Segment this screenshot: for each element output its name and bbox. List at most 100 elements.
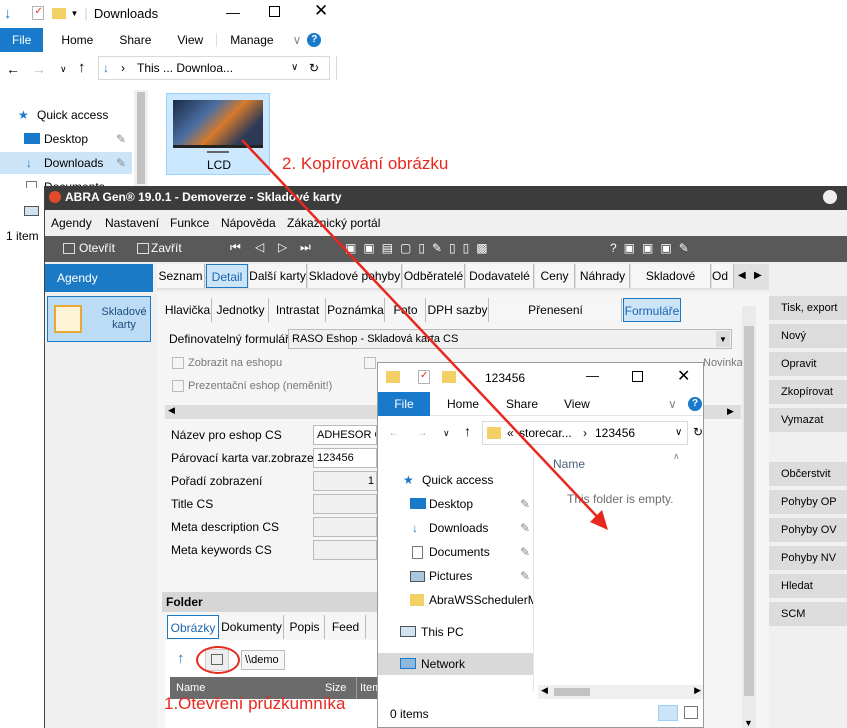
subtab-preneseni[interactable]: Přenesení daň.povinnosti (490, 298, 622, 341)
ex2-column-name[interactable]: Name ∧ (553, 451, 693, 477)
tab-skladove-pohyby[interactable]: Skladové pohyby (308, 264, 402, 288)
nav-downloads[interactable]: ↓ Downloads ✎ (0, 152, 132, 174)
nav-quick-access[interactable]: ★ Quick access (0, 104, 132, 126)
input-meta-description[interactable] (313, 517, 377, 537)
prev-record-icon[interactable]: ◁ (255, 240, 264, 254)
tab-ceny[interactable]: Ceny (535, 264, 575, 288)
refresh-icon[interactable]: ↻ (309, 57, 319, 79)
btn-hledat[interactable]: Hledat (769, 574, 847, 598)
tab-od[interactable]: Od (712, 264, 734, 288)
first-record-icon[interactable]: ⏮ (230, 240, 241, 255)
upload-icon[interactable]: ↑ (177, 650, 185, 667)
help-icon[interactable]: ? (307, 33, 322, 47)
ex2-minimize-button[interactable]: — (586, 368, 599, 383)
menu-zakaznicky-portal[interactable]: Zákaznický portál (287, 216, 380, 230)
nav-desktop[interactable]: Desktop ✎ (0, 128, 132, 150)
ribbon-tab-manage[interactable]: Manage (216, 33, 286, 47)
tab-nahrady[interactable]: Náhrady (576, 264, 630, 288)
file-item-lcd[interactable]: LCD (166, 93, 270, 175)
btn-pohyby-ov[interactable]: Pohyby OV (769, 518, 847, 542)
ex2-refresh-icon[interactable]: ↻ (693, 425, 703, 439)
tab-odberatele[interactable]: Odběratelé (403, 264, 465, 288)
tab-dodavatele[interactable]: Dodavatelé (466, 264, 534, 288)
maximize-button[interactable] (269, 6, 280, 17)
ex2-address-current[interactable]: 123456 (595, 422, 635, 444)
new-folder-icon[interactable] (442, 371, 456, 383)
ex2-nav-downloads[interactable]: ↓ Downloads ✎ (378, 517, 533, 539)
btn-vymazat[interactable]: Vymazat (769, 408, 847, 432)
tabs-scroll-right-icon[interactable]: ▶ (754, 270, 762, 281)
ex2-help-icon[interactable]: ? (688, 397, 702, 411)
ribbon-tab-home[interactable]: Home (43, 33, 106, 47)
ex2-tab-share[interactable]: Share (506, 397, 538, 411)
btn-zkopirovat[interactable]: Zkopírovat (769, 380, 847, 404)
ex2-nav-abrawsscheduler[interactable]: AbraWSSchedulerM (378, 589, 533, 611)
ex2-close-button[interactable]: ✕ (677, 366, 690, 386)
input-poradi[interactable]: 1 (313, 471, 377, 491)
large-icons-view-icon[interactable] (684, 706, 698, 719)
folder-path[interactable]: \\demo (241, 650, 285, 670)
btn-pohyby-nv[interactable]: Pohyby NV (769, 546, 847, 570)
menu-napoveda[interactable]: Nápověda (221, 216, 276, 230)
ex2-nav-quick-access[interactable]: ★ Quick access (378, 469, 533, 491)
subtab-jednotky[interactable]: Jednotky (213, 298, 269, 322)
checkbox-zobr[interactable] (364, 357, 376, 370)
recent-dropdown-icon[interactable]: ∨ (60, 64, 67, 75)
agendy-header[interactable]: Agendy (45, 264, 153, 292)
ex2-tab-home[interactable]: Home (447, 397, 479, 411)
toolbar-group-icons[interactable]: ▣▣▤▢▯✎▯▯▩ (345, 241, 495, 255)
quick-access-dropdown-icon[interactable]: ▼ (71, 9, 79, 18)
ex2-tab-view[interactable]: View (564, 397, 590, 411)
tab-seznam[interactable]: Seznam (157, 264, 205, 288)
ribbon-tab-view[interactable]: View (164, 33, 216, 47)
menu-agendy[interactable]: Agendy (51, 216, 92, 230)
ribbon-tab-share[interactable]: Share (106, 33, 164, 47)
abra-minimize-button[interactable] (823, 190, 837, 204)
up-icon[interactable]: ↑ (78, 59, 86, 76)
folder-icon[interactable] (51, 7, 66, 19)
btn-opravit[interactable]: Opravit (769, 352, 847, 376)
checkbox-prezentacni[interactable]: Prezentační eshop (neměnit!) (172, 380, 332, 396)
ribbon-tab-file[interactable]: File (0, 28, 44, 52)
address-bar[interactable]: ↓ › This ... Downloa... ∨ ↻ (98, 56, 330, 80)
subtab-poznamka[interactable]: Poznámka (327, 298, 385, 322)
input-nazev[interactable]: ADHESOR CA (313, 425, 377, 445)
menu-funkce[interactable]: Funkce (170, 216, 209, 230)
scroll-right-icon[interactable]: ▶ (727, 406, 734, 417)
folder-tab-feed[interactable]: Feed (326, 615, 366, 639)
form-select[interactable]: RASO Eshop - Skladová karta CS ▼ (288, 329, 732, 349)
close-record-button[interactable]: Zavřít (151, 241, 182, 255)
folder-tab-popis[interactable]: Popis (285, 615, 325, 639)
minimize-button[interactable]: — (226, 4, 240, 20)
folder-tab-dokumenty[interactable]: Dokumenty (220, 615, 284, 639)
ex2-nav-documents[interactable]: Documents ✎ (378, 541, 533, 563)
form-select-dropdown-icon[interactable]: ▼ (716, 331, 730, 347)
ex2-up-icon[interactable]: ↑ (464, 423, 471, 439)
nav-scrollbar[interactable] (134, 90, 148, 190)
ex2-nav-network[interactable]: Network (378, 653, 533, 675)
ex2-horizontal-scrollbar[interactable]: ◀ ▶ (538, 685, 703, 699)
subtab-intrastat[interactable]: Intrastat (270, 298, 326, 322)
input-meta-keywords[interactable] (313, 540, 377, 560)
btn-novy[interactable]: Nový (769, 324, 847, 348)
ex2-forward-icon[interactable]: → (416, 425, 428, 439)
toolbar-help-icons[interactable]: ?▣▣▣✎ (610, 241, 696, 255)
subtab-formulare[interactable]: Formuláře (623, 298, 681, 322)
subtab-hlavicka[interactable]: Hlavička (164, 298, 212, 322)
checkbox-zobrazit[interactable]: Zobrazit na eshopu (172, 357, 282, 373)
next-record-icon[interactable]: ▷ (278, 240, 287, 254)
search-box[interactable] (336, 56, 340, 80)
ex2-tab-file[interactable]: File (378, 392, 430, 416)
tab-dalsi-karty[interactable]: Další karty (249, 264, 307, 288)
ex2-recent-icon[interactable]: ∨ (443, 428, 450, 439)
tab-detail[interactable]: Detail (206, 264, 248, 288)
menu-nastaveni[interactable]: Nastavení (105, 216, 159, 230)
vertical-scrollbar[interactable]: ▼ (742, 306, 756, 728)
ex2-address-bar[interactable]: « storecar... › 123456 ∨ (482, 421, 688, 445)
tab-skladove-menu[interactable]: Skladové menu (631, 264, 711, 307)
properties-icon[interactable]: ✓ (31, 6, 44, 20)
ex2-nav-pictures[interactable]: Pictures ✎ (378, 565, 533, 587)
ex2-back-icon[interactable]: ← (388, 425, 400, 439)
subtab-foto[interactable]: Foto (386, 298, 426, 322)
ex2-address-dropdown-icon[interactable]: ∨ (675, 422, 682, 444)
